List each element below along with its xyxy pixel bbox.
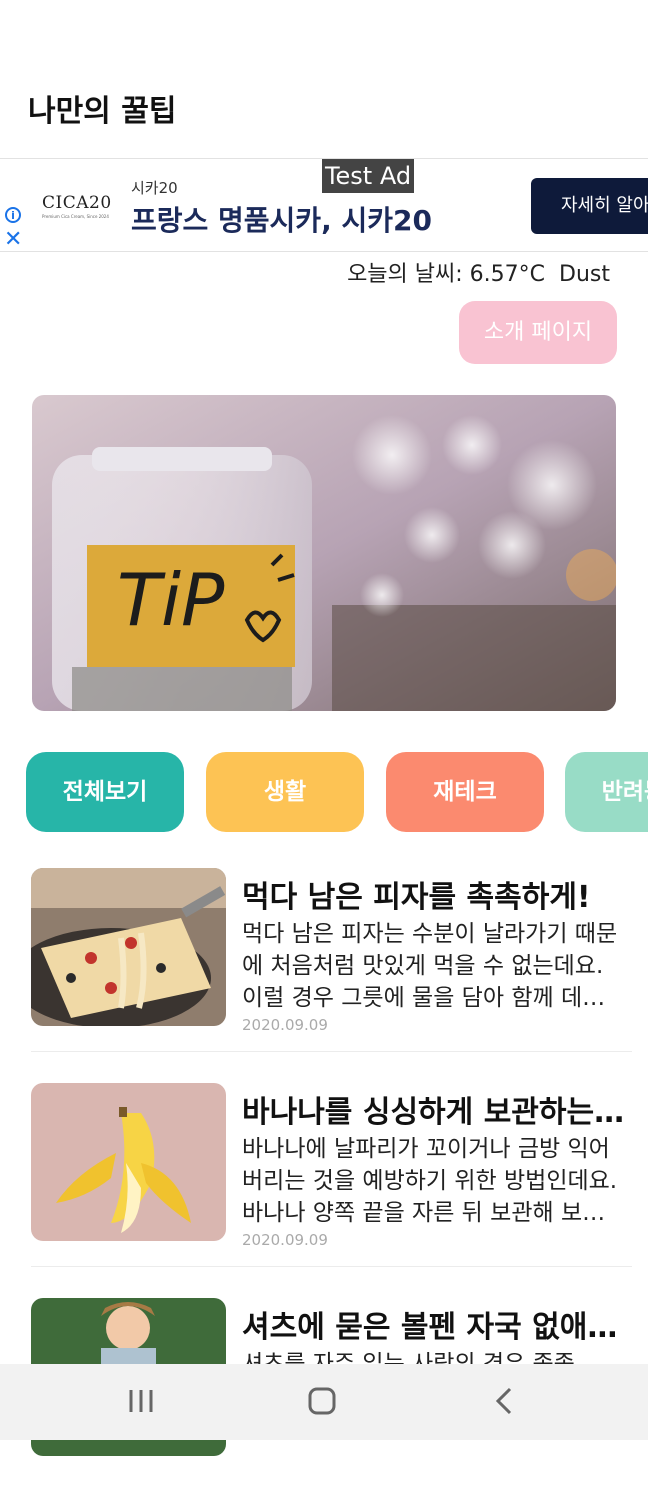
list-item[interactable]: 먹다 남은 피자를 촉촉하게! 먹다 남은 피자는 수분이 날라가기 때문에 처…	[0, 868, 648, 1068]
ad-banner[interactable]: Test Ad i ✕ CICA20 Premium Cica Cream, S…	[0, 158, 648, 252]
post-title: 바나나를 싱싱하게 보관하는 법	[242, 1095, 632, 1130]
close-icon[interactable]: ✕	[4, 229, 22, 251]
intro-page-button[interactable]: 소개 페이지	[459, 301, 617, 364]
hero-banner: TiP	[32, 395, 616, 711]
system-navigation-bar	[0, 1364, 648, 1440]
post-summary: 먹다 남은 피자는 수분이 날라가기 때문에 처음처럼 맛있게 먹을 수 없는데…	[242, 921, 618, 1011]
ad-logo-tagline: Premium Cica Cream, Since 2024	[42, 214, 109, 219]
ad-logo: CICA20 Premium Cica Cream, Since 2024	[42, 193, 112, 223]
list-item[interactable]: 바나나를 싱싱하게 보관하는 법 바나나에 날파리가 꼬이거나 금방 익어버리는…	[0, 1083, 648, 1283]
ad-test-label: Test Ad	[322, 159, 414, 193]
post-title: 먹다 남은 피자를 촉촉하게!	[242, 880, 591, 915]
category-life[interactable]: 생활	[206, 752, 364, 832]
category-chips: 전체보기 생활 재테크 반려동물	[0, 752, 648, 832]
tip-jar-image: TiP	[32, 395, 616, 711]
category-finance[interactable]: 재테크	[386, 752, 544, 832]
ad-advertiser: 시카20	[131, 179, 178, 197]
post-thumbnail-pizza	[31, 868, 226, 1026]
weather-condition: Dust	[559, 262, 610, 287]
ad-cta-button[interactable]: 자세히 알아보기	[531, 178, 648, 234]
post-summary: 바나나에 날파리가 꼬이거나 금방 익어버리는 것을 예방하기 위한 방법인데요…	[242, 1136, 618, 1226]
ad-headline: 프랑스 명품시카, 시카20	[131, 204, 432, 237]
ad-logo-text: CICA20	[42, 193, 112, 213]
hero-tip-text: TiP	[117, 558, 225, 642]
weather-info: 오늘의 날씨: 6.57°C Dust	[333, 256, 610, 288]
divider	[31, 1051, 632, 1052]
category-all[interactable]: 전체보기	[26, 752, 184, 832]
recents-icon[interactable]	[101, 1364, 181, 1440]
post-date: 2020.09.09	[242, 1231, 328, 1249]
post-date: 2020.09.09	[242, 1016, 328, 1034]
page-title: 나만의 꿀팁	[28, 94, 177, 129]
weather-temperature: 오늘의 날씨: 6.57°C	[347, 262, 546, 287]
back-icon[interactable]	[464, 1364, 544, 1440]
home-icon[interactable]	[282, 1364, 362, 1440]
app-header: 나만의 꿀팁	[0, 0, 648, 158]
category-pets[interactable]: 반려동물	[565, 752, 648, 832]
divider	[31, 1266, 632, 1267]
info-icon[interactable]: i	[5, 207, 21, 223]
post-thumbnail-banana	[31, 1083, 226, 1241]
post-title: 셔츠에 묻은 볼펜 자국 없애는 법	[242, 1310, 632, 1345]
